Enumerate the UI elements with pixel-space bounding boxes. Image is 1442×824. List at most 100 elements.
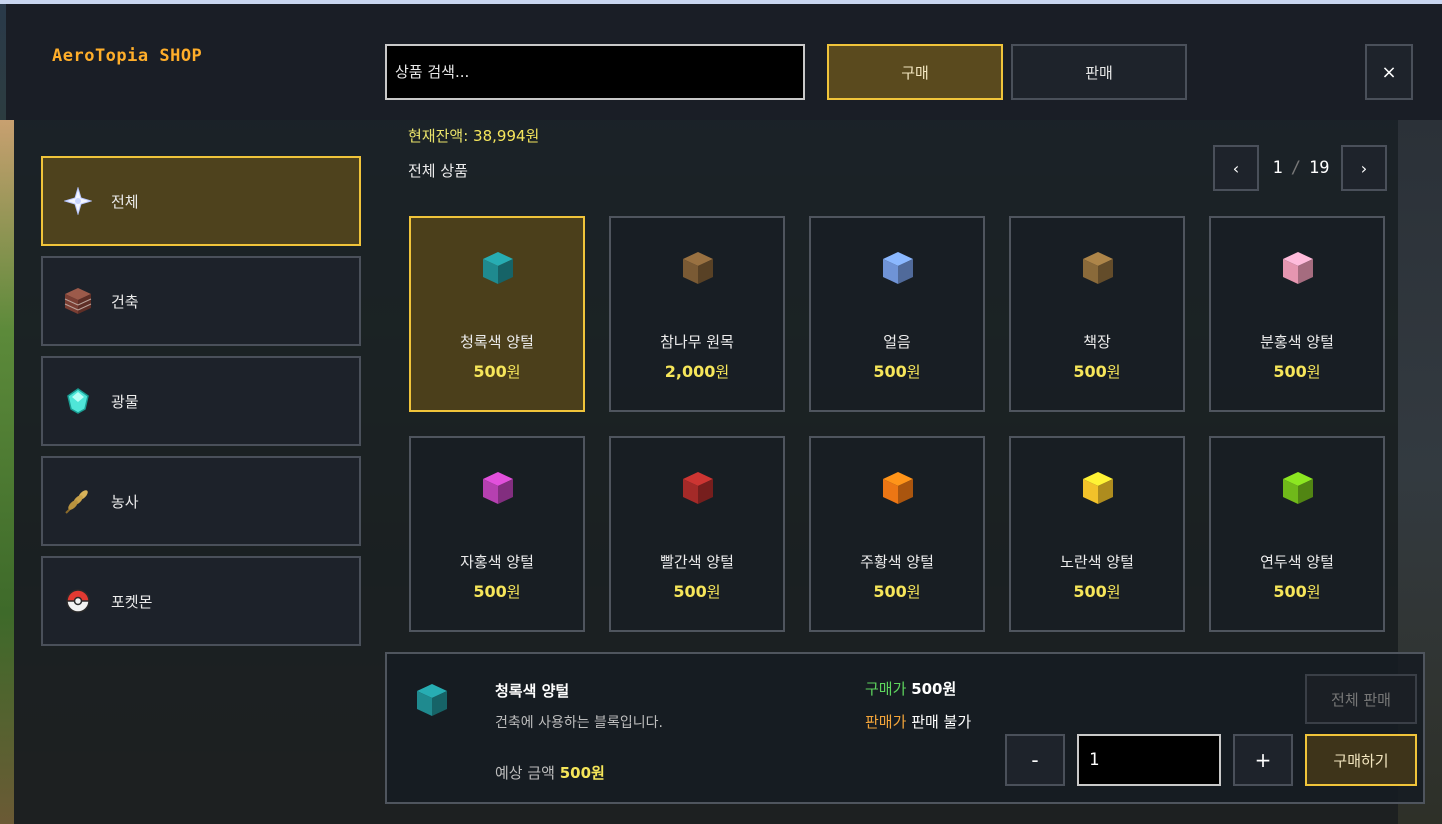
sidebar-item-label: 건축 xyxy=(111,292,139,311)
item-card[interactable]: 연두색 양털 500원 xyxy=(1209,436,1385,632)
item-price: 500원 xyxy=(611,581,783,602)
sell-all-button[interactable]: 전체 판매 xyxy=(1305,674,1417,724)
sidebar-item-pokemon[interactable]: 포켓몬 xyxy=(41,556,361,646)
item-card[interactable]: 노란색 양털 500원 xyxy=(1009,436,1185,632)
currency-unit: 원 xyxy=(1106,363,1121,381)
item-card[interactable]: 얼음 500원 xyxy=(809,216,985,412)
increase-quantity-button[interactable]: + xyxy=(1233,734,1293,786)
item-name: 자홍색 양털 xyxy=(460,553,534,571)
ice-icon xyxy=(883,252,913,284)
brick-block-icon xyxy=(63,286,93,316)
estimate-value: 500원 xyxy=(559,764,605,782)
item-name: 얼음 xyxy=(883,333,911,351)
yellow-wool-icon xyxy=(1083,472,1113,504)
item-price-value: 500 xyxy=(473,582,507,601)
sidebar-item-farming[interactable]: 농사 xyxy=(41,456,361,546)
sidebar-item-building[interactable]: 건축 xyxy=(41,256,361,346)
page-separator: / xyxy=(1290,158,1301,178)
item-price: 500원 xyxy=(411,361,583,382)
diamond-icon xyxy=(63,386,93,416)
item-card[interactable]: 참나무 원목 2,000원 xyxy=(609,216,785,412)
item-card[interactable]: 청록색 양털 500원 xyxy=(409,216,585,412)
item-price-value: 500 xyxy=(1073,362,1107,381)
buy-price: 구매가 500원 xyxy=(865,678,956,699)
cyan-wool-icon xyxy=(483,252,513,284)
item-price-value: 500 xyxy=(673,582,707,601)
item-card[interactable]: 분홍색 양털 500원 xyxy=(1209,216,1385,412)
close-button[interactable]: × xyxy=(1365,44,1413,100)
currency-unit: 원 xyxy=(906,363,921,381)
item-price: 500원 xyxy=(1211,361,1383,382)
item-price: 500원 xyxy=(1011,361,1183,382)
item-card[interactable]: 책장 500원 xyxy=(1009,216,1185,412)
next-page-button[interactable]: › xyxy=(1341,145,1387,191)
estimate-label: 예상 금액 xyxy=(495,764,555,782)
item-card[interactable]: 빨간색 양털 500원 xyxy=(609,436,785,632)
item-price-value: 500 xyxy=(873,582,907,601)
item-name: 분홍색 양털 xyxy=(1260,333,1334,351)
sell-price: 판매가 판매 불가 xyxy=(865,711,971,732)
detail-item-description: 건축에 사용하는 블록입니다. xyxy=(495,715,663,731)
sidebar-item-minerals[interactable]: 광물 xyxy=(41,356,361,446)
red-wool-icon xyxy=(683,472,713,504)
item-name: 노란색 양털 xyxy=(1060,553,1134,571)
chevron-left-icon: ‹ xyxy=(1232,158,1240,178)
item-price: 500원 xyxy=(811,581,983,602)
purchase-button[interactable]: 구매하기 xyxy=(1305,734,1417,786)
item-price: 500원 xyxy=(411,581,583,602)
sidebar-item-all[interactable]: 전체 xyxy=(41,156,361,246)
item-detail-panel: 청록색 양털 건축에 사용하는 블록입니다. 예상 금액 500원 구매가 50… xyxy=(385,652,1425,804)
item-price: 500원 xyxy=(1011,581,1183,602)
tab-buy[interactable]: 구매 xyxy=(827,44,1003,100)
item-name: 참나무 원목 xyxy=(660,333,734,351)
item-price-value: 2,000 xyxy=(664,362,716,381)
item-price: 500원 xyxy=(1211,581,1383,602)
item-price-value: 500 xyxy=(1273,362,1307,381)
item-name: 연두색 양털 xyxy=(1260,553,1334,571)
balance-label: 현재잔액: xyxy=(408,127,469,145)
balance-value: 38,994원 xyxy=(473,127,540,145)
detail-item-name: 청록색 양털 xyxy=(495,682,570,700)
sell-price-label: 판매가 xyxy=(865,713,907,731)
item-card[interactable]: 자홍색 양털 500원 xyxy=(409,436,585,632)
wheat-icon xyxy=(63,486,93,516)
currency-unit: 원 xyxy=(706,583,721,601)
buy-price-value: 500원 xyxy=(911,680,957,698)
item-price-value: 500 xyxy=(873,362,907,381)
search-input[interactable] xyxy=(387,46,803,98)
lime-wool-icon xyxy=(1283,472,1313,504)
page-indicator: 1 / 19 xyxy=(1262,158,1340,178)
orange-wool-icon xyxy=(883,472,913,504)
item-card[interactable]: 주황색 양털 500원 xyxy=(809,436,985,632)
buy-price-label: 구매가 xyxy=(865,680,907,698)
item-price-value: 500 xyxy=(473,362,507,381)
sidebar-item-label: 농사 xyxy=(111,492,139,511)
close-icon: × xyxy=(1381,61,1397,83)
sell-price-value: 판매 불가 xyxy=(911,713,972,731)
category-title: 전체 상품 xyxy=(408,162,468,180)
prev-page-button[interactable]: ‹ xyxy=(1213,145,1259,191)
oak-log-icon xyxy=(683,252,713,284)
item-price: 2,000원 xyxy=(611,361,783,382)
currency-unit: 원 xyxy=(1106,583,1121,601)
quantity-field[interactable] xyxy=(1077,734,1221,786)
currency-unit: 원 xyxy=(1306,363,1321,381)
currency-unit: 원 xyxy=(506,363,521,381)
pokeball-icon xyxy=(63,586,93,616)
cyan-wool-icon xyxy=(417,684,447,716)
currency-unit: 원 xyxy=(1306,583,1321,601)
sidebar-item-label: 광물 xyxy=(111,392,139,411)
item-price-value: 500 xyxy=(1073,582,1107,601)
currency-unit: 원 xyxy=(506,583,521,601)
item-name: 책장 xyxy=(1083,333,1111,351)
bookshelf-icon xyxy=(1083,252,1113,284)
tab-sell[interactable]: 판매 xyxy=(1011,44,1187,100)
current-page: 1 xyxy=(1272,158,1283,178)
estimated-total: 예상 금액 500원 xyxy=(495,762,605,783)
item-price: 500원 xyxy=(811,361,983,382)
search-field[interactable] xyxy=(385,44,805,100)
quantity-input[interactable] xyxy=(1079,736,1219,784)
decrease-quantity-button[interactable]: - xyxy=(1005,734,1065,786)
item-price-value: 500 xyxy=(1273,582,1307,601)
magenta-wool-icon xyxy=(483,472,513,504)
